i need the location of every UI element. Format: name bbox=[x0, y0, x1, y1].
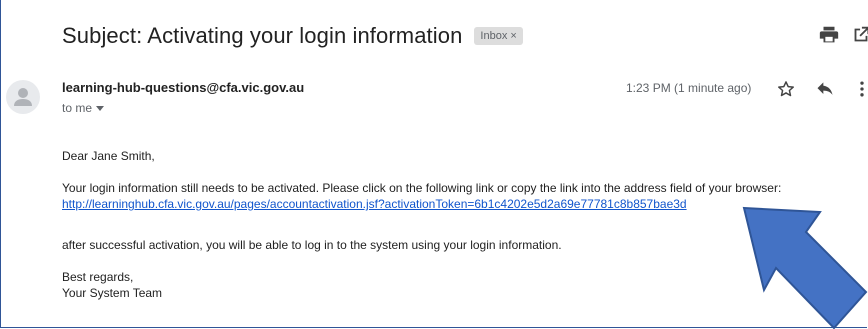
email-body-line-1: Your login information still needs to be… bbox=[62, 181, 782, 195]
email-time: 1:23 PM (1 minute ago) bbox=[626, 81, 752, 95]
recipient-label: to me bbox=[62, 101, 93, 115]
inbox-label-badge[interactable]: Inbox × bbox=[474, 27, 523, 45]
email-body-line-2: after successful activation, you will be… bbox=[62, 238, 562, 252]
reply-icon[interactable] bbox=[815, 79, 835, 99]
subject-row: Subject: Activating your login informati… bbox=[62, 22, 523, 50]
sender-address[interactable]: learning-hub-questions@cfa.vic.gov.au bbox=[62, 80, 304, 95]
inbox-label-text: Inbox bbox=[480, 30, 508, 42]
recipient-details[interactable]: to me bbox=[62, 101, 105, 115]
arrow-annotation bbox=[742, 206, 868, 329]
email-signoff-2: Your System Team bbox=[62, 286, 163, 300]
sender-avatar bbox=[6, 80, 40, 114]
more-vertical-icon[interactable] bbox=[852, 79, 868, 99]
person-icon bbox=[14, 88, 32, 106]
print-icon[interactable] bbox=[818, 24, 840, 46]
star-icon[interactable] bbox=[776, 79, 796, 99]
open-in-new-window-icon[interactable] bbox=[850, 24, 868, 46]
email-signoff-1: Best regards, bbox=[62, 270, 134, 284]
remove-label-icon[interactable]: × bbox=[510, 30, 516, 42]
email-subject: Subject: Activating your login informati… bbox=[62, 23, 463, 48]
email-greeting: Dear Jane Smith, bbox=[62, 149, 155, 163]
chevron-down-icon[interactable] bbox=[96, 105, 105, 111]
activation-link[interactable]: http://learninghub.cfa.vic.gov.au/pages/… bbox=[62, 197, 687, 211]
